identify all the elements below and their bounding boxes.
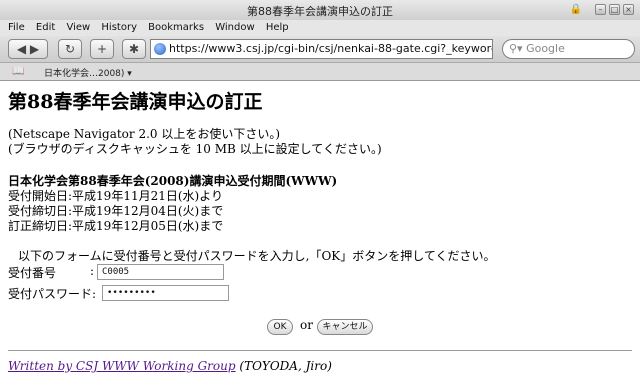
id-colon: : (90, 264, 95, 278)
menu-bookmarks[interactable]: Bookmarks (148, 22, 204, 33)
search-placeholder: Google (526, 42, 565, 55)
divider (8, 350, 632, 351)
bookmark-item[interactable]: 日本化学会…2008) ▾ (44, 66, 132, 79)
menu-edit[interactable]: Edit (36, 22, 55, 33)
fix-date: 訂正締切日:平成19年12月05日(水)まで (8, 219, 224, 233)
window-titlebar: 第88春季年会講演申込の訂正 🔒 – □ × (0, 0, 640, 21)
password-input[interactable]: ••••••••• (102, 285, 229, 301)
search-icon: ⚲▾ (509, 42, 527, 55)
ok-button[interactable]: OK (267, 319, 293, 335)
minimize-icon[interactable]: – (595, 4, 606, 15)
menu-help[interactable]: Help (266, 22, 289, 33)
maximize-icon[interactable]: □ (609, 4, 620, 15)
page-title: 第88春季年会講演申込の訂正 (8, 91, 263, 113)
id-label: 受付番号 (8, 266, 57, 280)
or-text: or (300, 318, 313, 332)
reload-button[interactable]: ↻ (58, 39, 82, 59)
close-icon[interactable]: × (623, 4, 634, 15)
menu-view[interactable]: View (66, 22, 90, 33)
navigation-toolbar: ◀ ▶ ↻ + ✱ https://www3.csj.jp/cgi-bin/cs… (0, 36, 640, 63)
new-tab-button[interactable]: + (90, 39, 114, 59)
footer-author: (TOYODA, Jiro) (239, 359, 332, 373)
back-forward-button[interactable]: ◀ ▶ (8, 39, 48, 59)
bookmarks-bar: 📖 日本化学会…2008) ▾ (0, 63, 640, 81)
instruction-text: 以下のフォームに受付番号と受付パスワードを入力し,「OK」ボタンを押してください… (18, 249, 496, 263)
menu-window[interactable]: Window (215, 22, 254, 33)
globe-icon (154, 43, 166, 55)
menu-history[interactable]: History (101, 22, 137, 33)
address-bar[interactable]: https://www3.csj.jp/cgi-bin/csj/nenkai-8… (150, 39, 493, 59)
lock-icon: 🔒 (569, 4, 582, 15)
menu-bar: File Edit View History Bookmarks Window … (0, 20, 640, 36)
window-title: 第88春季年会講演申込の訂正 (247, 5, 393, 18)
bug-icon[interactable]: ✱ (122, 39, 146, 59)
password-label: 受付パスワード: (8, 287, 97, 301)
bookmarks-icon[interactable]: 📖 (12, 66, 24, 77)
window-controls: – □ × (595, 4, 634, 15)
note-cache: (ブラウザのディスクキャッシュを 10 MB 以上に設定してください。) (8, 142, 382, 156)
footer-link[interactable]: Written by CSJ WWW Working Group (8, 359, 236, 373)
page-content: 第88春季年会講演申込の訂正 (Netscape Navigator 2.0 以… (0, 81, 640, 392)
footer: Written by CSJ WWW Working Group (TOYODA… (8, 359, 332, 373)
cancel-button[interactable]: キャンセル (317, 319, 373, 335)
url-text: https://www3.csj.jp/cgi-bin/csj/nenkai-8… (169, 42, 493, 55)
search-input[interactable]: ⚲▾ Google (502, 39, 635, 59)
menu-file[interactable]: File (8, 22, 25, 33)
id-input[interactable]: C0005 (97, 264, 224, 280)
